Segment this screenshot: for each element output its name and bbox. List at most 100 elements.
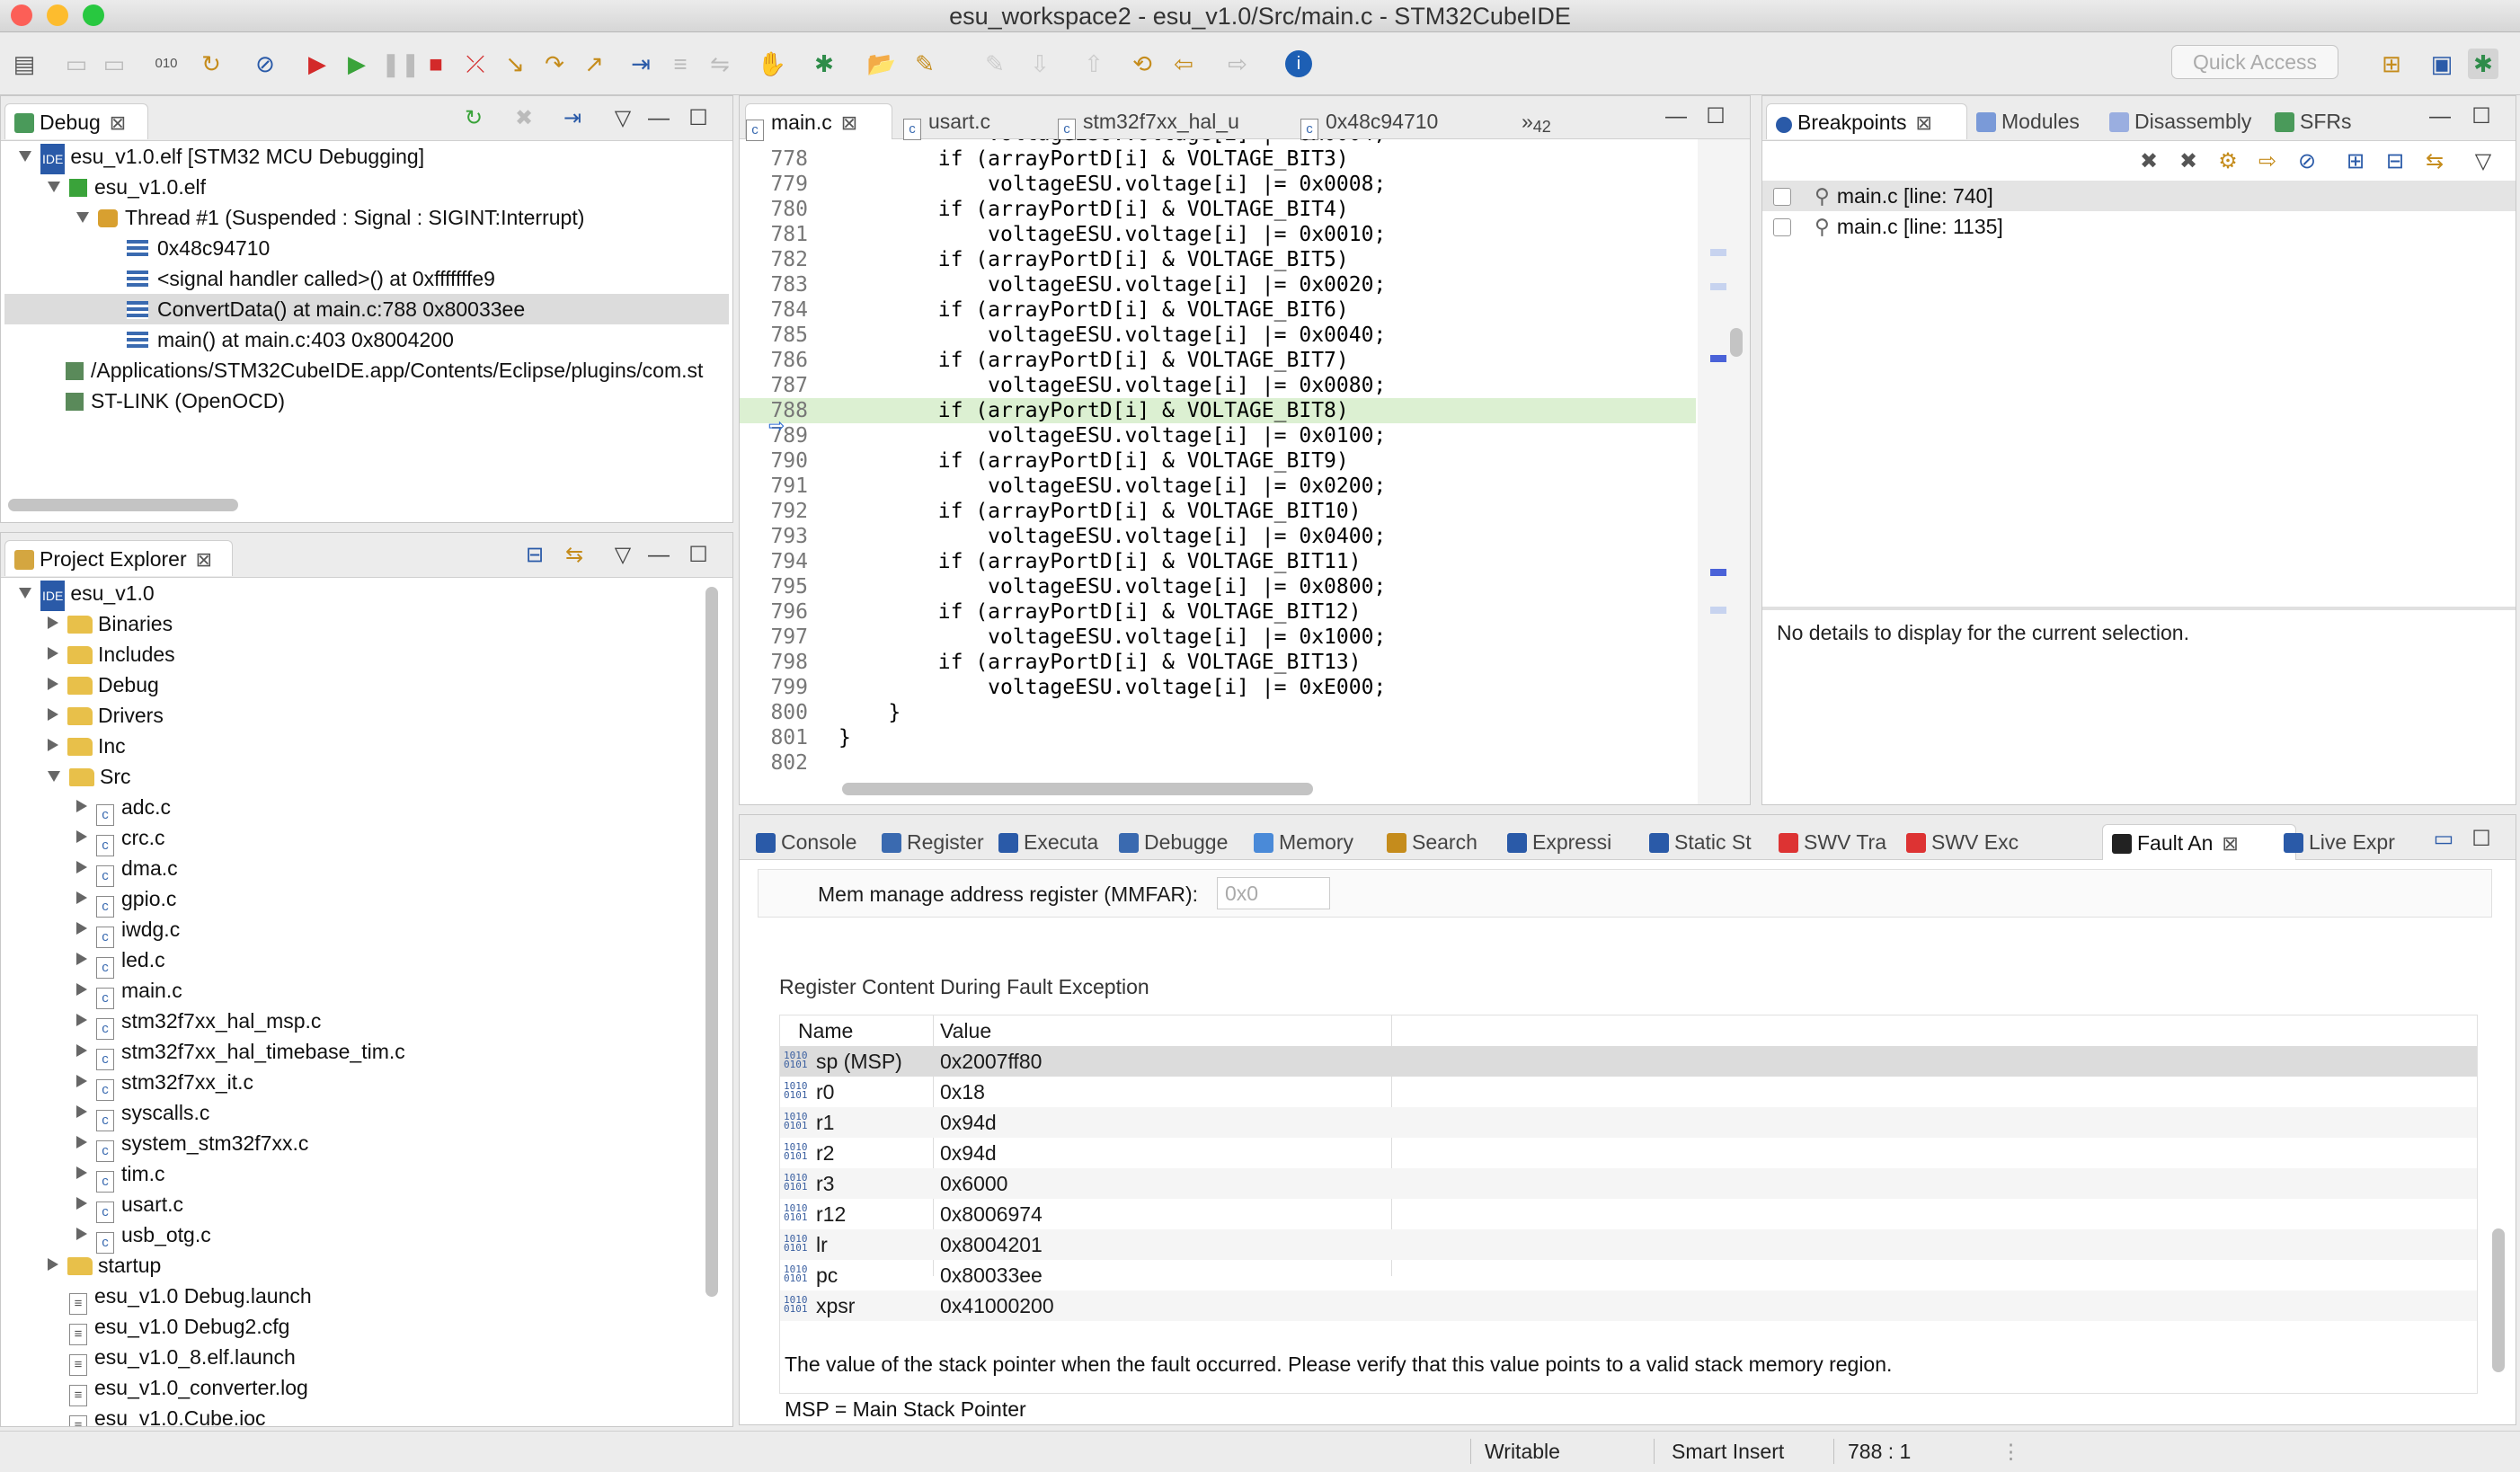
- maximize-icon[interactable]: ☐: [2465, 826, 2498, 853]
- tab-main-c[interactable]: c main.c ⊠: [745, 103, 892, 141]
- status-insert-mode[interactable]: Smart Insert: [1672, 1435, 1784, 1468]
- code-line[interactable]: 780 if (arrayPortD[i] & VOLTAGE_BIT4): [740, 197, 1696, 222]
- view-menu-icon[interactable]: ▽: [607, 542, 639, 569]
- maximize-icon[interactable]: ☐: [2465, 103, 2498, 130]
- register-row[interactable]: 1010 0101 sp (MSP) 0x2007ff80: [780, 1046, 2477, 1077]
- code-line[interactable]: 787 voltageESU.voltage[i] |= 0x0080;: [740, 373, 1696, 398]
- restart-icon[interactable]: ↻: [457, 105, 490, 132]
- vertical-scrollbar[interactable]: [2492, 1228, 2505, 1372]
- horizontal-scrollbar[interactable]: [842, 783, 1313, 795]
- code-line[interactable]: 781 voltageESU.voltage[i] |= 0x0010;: [740, 222, 1696, 247]
- code-line[interactable]: 799 voltageESU.voltage[i] |= 0xE000;: [740, 675, 1696, 700]
- tree-item-launch[interactable]: IDE esu_v1.0.elf [STM32 MCU Debugging]: [19, 141, 424, 174]
- register-row[interactable]: 1010 0101 r12 0x8006974: [780, 1199, 2477, 1229]
- resume-icon[interactable]: ▶: [342, 49, 372, 79]
- hand-icon[interactable]: ✋: [757, 49, 787, 79]
- maximize-icon[interactable]: ☐: [1699, 103, 1732, 130]
- code-line[interactable]: 779 voltageESU.voltage[i] |= 0x0008;: [740, 172, 1696, 197]
- code-line[interactable]: 786 if (arrayPortD[i] & VOLTAGE_BIT7): [740, 348, 1696, 373]
- code-line[interactable]: 782 if (arrayPortD[i] & VOLTAGE_BIT5): [740, 247, 1696, 272]
- tree-item-file[interactable]: ≡ esu_v1.0 Debug2.cfg: [69, 1311, 289, 1345]
- tab-swv-exc[interactable]: SWV Exc: [1897, 824, 2019, 860]
- drop-frame-icon[interactable]: ≡: [665, 49, 696, 79]
- tab-breakpoints[interactable]: Breakpoints ⊠: [1766, 103, 1967, 139]
- tab-expressi[interactable]: Expressi: [1498, 824, 1631, 860]
- tree-item-project[interactable]: IDE esu_v1.0: [19, 578, 155, 611]
- mmfar-value-field[interactable]: 0x0: [1217, 877, 1330, 909]
- tree-item-stlink[interactable]: ST-LINK (OpenOCD): [66, 386, 285, 416]
- tree-item-file[interactable]: c gpio.c: [76, 883, 176, 918]
- back-icon[interactable]: ⇦: [1168, 49, 1199, 79]
- code-line[interactable]: 797 voltageESU.voltage[i] |= 0x1000;: [740, 625, 1696, 650]
- column-header-name[interactable]: Name: [798, 1015, 853, 1046]
- close-icon[interactable]: ⊠: [1915, 111, 1931, 134]
- tree-item-file[interactable]: c led.c: [76, 944, 165, 979]
- stack-frame[interactable]: main() at main.c:403 0x8004200: [127, 324, 454, 355]
- external-tools-icon[interactable]: ✎: [910, 49, 940, 79]
- save-all-icon[interactable]: ▭: [99, 49, 129, 79]
- tab-console[interactable]: Console: [747, 824, 865, 860]
- code-line[interactable]: 792 if (arrayPortD[i] & VOLTAGE_BIT10): [740, 499, 1696, 524]
- code-line[interactable]: 783 voltageESU.voltage[i] |= 0x0020;: [740, 272, 1696, 297]
- tab-static-st[interactable]: Static St: [1640, 824, 1764, 860]
- code-line[interactable]: 784 if (arrayPortD[i] & VOLTAGE_BIT6): [740, 297, 1696, 323]
- tab-swv-tra[interactable]: SWV Tra: [1770, 824, 1890, 860]
- tab-register[interactable]: Register: [873, 824, 984, 860]
- step-over-icon[interactable]: ↷: [539, 49, 570, 79]
- debug-perspective-icon[interactable]: ✱: [2468, 49, 2498, 79]
- breakpoint-checkbox[interactable]: [1773, 188, 1791, 206]
- stack-frame-selected[interactable]: ConvertData() at main.c:788 0x80033ee: [4, 294, 729, 324]
- zoom-window-icon[interactable]: [83, 4, 104, 26]
- maximize-icon[interactable]: ☐: [682, 542, 714, 569]
- overview-ruler[interactable]: [1698, 139, 1750, 804]
- details-splitter[interactable]: [1762, 607, 2516, 610]
- code-view[interactable]: voltageESU.voltage[i] |= 0x0004; 778 if …: [740, 139, 1696, 788]
- tree-item-file[interactable]: c system_stm32f7xx.c: [76, 1128, 308, 1162]
- tab-memory[interactable]: Memory: [1245, 824, 1371, 860]
- tree-item-file[interactable]: c main.c: [76, 975, 182, 1009]
- current-line[interactable]: 788 if (arrayPortD[i] & VOLTAGE_BIT8): [740, 398, 1696, 423]
- save-icon[interactable]: ▭: [61, 49, 92, 79]
- remove-all-breakpoints-icon[interactable]: ✖: [2172, 148, 2205, 175]
- close-window-icon[interactable]: [11, 4, 32, 26]
- tree-item-folder[interactable]: Inc: [48, 731, 126, 761]
- minimize-icon[interactable]: —: [2424, 103, 2456, 130]
- code-line[interactable]: 794 if (arrayPortD[i] & VOLTAGE_BIT11): [740, 549, 1696, 574]
- open-project-icon[interactable]: 📂: [866, 49, 897, 79]
- close-icon[interactable]: ⊠: [110, 111, 126, 134]
- terminate-relaunch-icon[interactable]: ▶: [302, 49, 333, 79]
- next-annotation-icon[interactable]: ⇩: [1025, 49, 1055, 79]
- link-with-debug-view-icon[interactable]: ⇆: [2418, 148, 2451, 175]
- tab-sfrs[interactable]: SFRs: [2266, 103, 2382, 139]
- code-line[interactable]: 798 if (arrayPortD[i] & VOLTAGE_BIT13): [740, 650, 1696, 675]
- suspend-icon[interactable]: ❚❚: [381, 49, 421, 79]
- open-perspective-icon[interactable]: ⊞: [2376, 49, 2407, 79]
- register-row[interactable]: 1010 0101 lr 0x8004201: [780, 1229, 2477, 1260]
- forward-icon[interactable]: ⇨: [1222, 49, 1253, 79]
- tree-item-file[interactable]: c iwdg.c: [76, 914, 180, 948]
- restart-icon[interactable]: ↻: [196, 49, 226, 79]
- tree-item-folder[interactable]: Debug: [48, 669, 159, 700]
- previous-annotation-icon[interactable]: ⇧: [1078, 49, 1109, 79]
- tree-item-openocd-path[interactable]: /Applications/STM32CubeIDE.app/Contents/…: [66, 355, 731, 386]
- tree-item-elf[interactable]: esu_v1.0.elf: [48, 172, 206, 202]
- register-row[interactable]: 1010 0101 r3 0x6000: [780, 1168, 2477, 1199]
- minimize-icon[interactable]: ▭: [2427, 826, 2460, 853]
- quick-access-input[interactable]: Quick Access: [2171, 45, 2338, 79]
- skip-all-breakpoints-icon[interactable]: ⊘: [2291, 148, 2323, 175]
- tree-item-file[interactable]: c usart.c: [76, 1189, 183, 1223]
- view-menu-icon[interactable]: ▽: [607, 105, 639, 132]
- tree-item-file[interactable]: ≡ esu_v1.0_8.elf.launch: [69, 1342, 296, 1376]
- tab-debugge[interactable]: Debugge: [1110, 824, 1238, 860]
- instruction-step-icon[interactable]: ⇥: [626, 49, 656, 79]
- register-row[interactable]: 1010 0101 r2 0x94d: [780, 1138, 2477, 1168]
- register-row[interactable]: 1010 0101 r0 0x18: [780, 1077, 2477, 1107]
- breakpoint-checkbox[interactable]: [1773, 218, 1791, 236]
- tab-live-expr[interactable]: Live Expr: [2275, 824, 2409, 860]
- tab-debug[interactable]: Debug ⊠: [4, 103, 148, 139]
- new-icon[interactable]: ▤: [9, 49, 40, 79]
- vertical-scrollbar[interactable]: [1730, 328, 1743, 357]
- tree-item-file[interactable]: c tim.c: [76, 1158, 165, 1193]
- use-step-filters-icon[interactable]: ⇋: [705, 49, 735, 79]
- tree-item-file[interactable]: c stm32f7xx_hal_msp.c: [76, 1006, 321, 1040]
